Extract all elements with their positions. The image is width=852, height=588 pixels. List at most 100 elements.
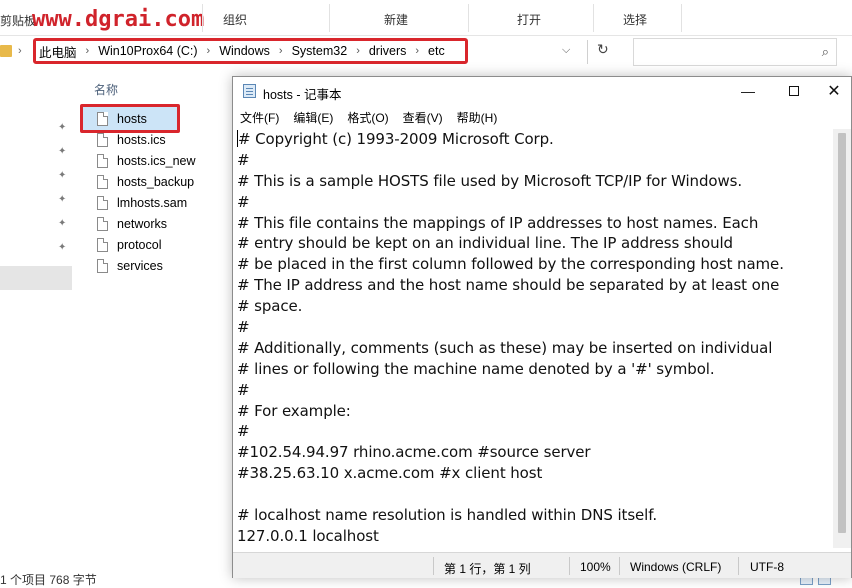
status-separator bbox=[433, 557, 434, 575]
file-icon bbox=[97, 153, 108, 168]
file-name: lmhosts.sam bbox=[117, 195, 188, 210]
text-line: # For example: bbox=[237, 401, 351, 420]
ribbon-separator bbox=[593, 4, 594, 32]
file-item[interactable]: hosts_backup bbox=[94, 171, 234, 192]
file-name: hosts bbox=[117, 111, 147, 126]
ribbon-separator bbox=[202, 4, 203, 32]
close-button[interactable]: ✕ bbox=[817, 77, 851, 105]
column-header-name[interactable]: 名称 bbox=[94, 81, 118, 98]
file-name: networks bbox=[117, 216, 168, 231]
close-icon: ✕ bbox=[827, 83, 841, 100]
file-item[interactable]: networks bbox=[94, 213, 234, 234]
maximize-button[interactable] bbox=[771, 77, 817, 105]
text-line: #102.54.94.97 rhino.acme.com #source ser… bbox=[237, 443, 591, 462]
address-bar[interactable]: 此电脑 › Win10Prox64 (C:) › Windows › Syste… bbox=[33, 38, 468, 64]
ribbon-separator bbox=[468, 4, 469, 32]
pin-icon[interactable]: ✦ bbox=[58, 242, 68, 253]
address-row: › 此电脑 › Win10Prox64 (C:) › Windows › Sys… bbox=[0, 36, 852, 70]
window-title: hosts - 记事本 bbox=[263, 88, 342, 102]
ribbon-group-open[interactable]: 打开 bbox=[517, 11, 541, 28]
text-line: # bbox=[237, 422, 250, 441]
address-separator bbox=[587, 40, 588, 64]
file-item[interactable]: lmhosts.sam bbox=[94, 192, 234, 213]
pin-icon[interactable]: ✦ bbox=[58, 122, 68, 133]
breadcrumb-drivers[interactable]: drivers bbox=[369, 44, 407, 58]
explorer-ribbon: 剪贴板 www.dgrai.com 组织 新建 打开 选择 bbox=[0, 0, 852, 36]
file-list: hosts hosts.ics hosts.ics_new hosts_back… bbox=[80, 104, 234, 276]
status-line-ending: Windows (CRLF) bbox=[630, 560, 722, 574]
file-icon bbox=[97, 258, 108, 273]
chevron-right-icon[interactable]: › bbox=[18, 45, 22, 57]
file-name: hosts_backup bbox=[117, 174, 195, 189]
text-line bbox=[237, 484, 832, 505]
breadcrumb-system32[interactable]: System32 bbox=[292, 44, 348, 58]
text-line: # This is a sample HOSTS file used by Mi… bbox=[237, 171, 742, 190]
file-name: protocol bbox=[117, 237, 162, 252]
nav-item-selected[interactable] bbox=[0, 266, 72, 290]
breadcrumb-this-pc[interactable]: 此电脑 bbox=[39, 42, 77, 61]
chevron-right-icon[interactable]: › bbox=[415, 45, 419, 57]
text-line: 127.0.0.1 localhost bbox=[237, 526, 379, 545]
file-icon bbox=[97, 174, 108, 189]
chevron-down-icon[interactable]: ⌵ bbox=[562, 44, 570, 57]
menu-format[interactable]: 格式(O) bbox=[347, 109, 388, 126]
notepad-icon bbox=[243, 84, 256, 98]
pin-icon[interactable]: ✦ bbox=[58, 194, 68, 205]
menu-edit[interactable]: 编辑(E) bbox=[293, 109, 333, 126]
ribbon-group-organize[interactable]: 组织 bbox=[223, 11, 247, 28]
status-separator bbox=[619, 557, 620, 575]
file-icon bbox=[97, 132, 108, 147]
vertical-scrollbar[interactable] bbox=[833, 129, 851, 548]
minimize-button[interactable]: — bbox=[725, 77, 771, 105]
file-item[interactable]: hosts.ics bbox=[94, 129, 234, 150]
file-item[interactable]: hosts.ics_new bbox=[94, 150, 234, 171]
search-input[interactable]: ⌕ bbox=[633, 38, 837, 66]
chevron-right-icon[interactable]: › bbox=[356, 45, 360, 57]
breadcrumb-windows[interactable]: Windows bbox=[219, 44, 270, 58]
folder-icon bbox=[0, 45, 12, 57]
text-line: # bbox=[237, 192, 250, 211]
refresh-icon[interactable]: ↻ bbox=[597, 41, 609, 58]
text-editor[interactable]: # Copyright (c) 1993-2009 Microsoft Corp… bbox=[234, 129, 832, 548]
text-line: #38.25.63.10 x.acme.com #x client host bbox=[237, 464, 543, 483]
ribbon-group-clipboard[interactable]: 剪贴板 bbox=[0, 12, 36, 29]
breadcrumb-etc[interactable]: etc bbox=[428, 44, 445, 58]
file-name: hosts.ics bbox=[117, 132, 166, 147]
file-icon bbox=[97, 216, 108, 231]
explorer-status-text: 1 个项目 768 字节 bbox=[0, 573, 97, 587]
ribbon-group-new[interactable]: 新建 bbox=[384, 11, 408, 28]
pin-icon[interactable]: ✦ bbox=[58, 146, 68, 157]
text-line: # localhost name resolution is handled w… bbox=[237, 506, 657, 525]
menu-view[interactable]: 查看(V) bbox=[403, 109, 443, 126]
text-line: # lines or following the machine name de… bbox=[237, 359, 715, 378]
pin-icon[interactable]: ✦ bbox=[58, 218, 68, 229]
text-line: # be placed in the first column followed… bbox=[237, 255, 784, 274]
chevron-right-icon[interactable]: › bbox=[86, 45, 90, 57]
text-line: # entry should be kept on an individual … bbox=[237, 234, 733, 253]
file-item[interactable]: services bbox=[94, 255, 234, 276]
status-cursor-position: 第 1 行，第 1 列 bbox=[444, 562, 531, 576]
text-line: # bbox=[237, 318, 250, 337]
status-separator bbox=[738, 557, 739, 575]
search-icon[interactable]: ⌕ bbox=[822, 44, 829, 60]
file-icon bbox=[97, 195, 108, 210]
file-item[interactable]: protocol bbox=[94, 234, 234, 255]
ribbon-group-select[interactable]: 选择 bbox=[623, 11, 647, 28]
text-line: # bbox=[237, 150, 250, 169]
chevron-right-icon[interactable]: › bbox=[279, 45, 283, 57]
text-line: # Additionally, comments (such as these)… bbox=[237, 338, 773, 357]
ribbon-separator bbox=[681, 4, 682, 32]
breadcrumb-drive[interactable]: Win10Prox64 (C:) bbox=[98, 44, 197, 58]
minimize-icon: — bbox=[741, 83, 755, 99]
menu-help[interactable]: 帮助(H) bbox=[457, 109, 498, 126]
status-zoom: 100% bbox=[580, 560, 611, 574]
text-line: # The IP address and the host name shoul… bbox=[237, 276, 780, 295]
pin-icon[interactable]: ✦ bbox=[58, 170, 68, 181]
file-name: services bbox=[117, 258, 163, 273]
notepad-title-bar[interactable]: hosts - 记事本 — ✕ bbox=[233, 77, 851, 105]
menu-file[interactable]: 文件(F) bbox=[240, 109, 279, 126]
chevron-right-icon[interactable]: › bbox=[207, 45, 211, 57]
scrollbar-thumb[interactable] bbox=[838, 133, 846, 533]
text-line: # bbox=[237, 380, 250, 399]
text-line: # This file contains the mappings of IP … bbox=[237, 213, 759, 232]
